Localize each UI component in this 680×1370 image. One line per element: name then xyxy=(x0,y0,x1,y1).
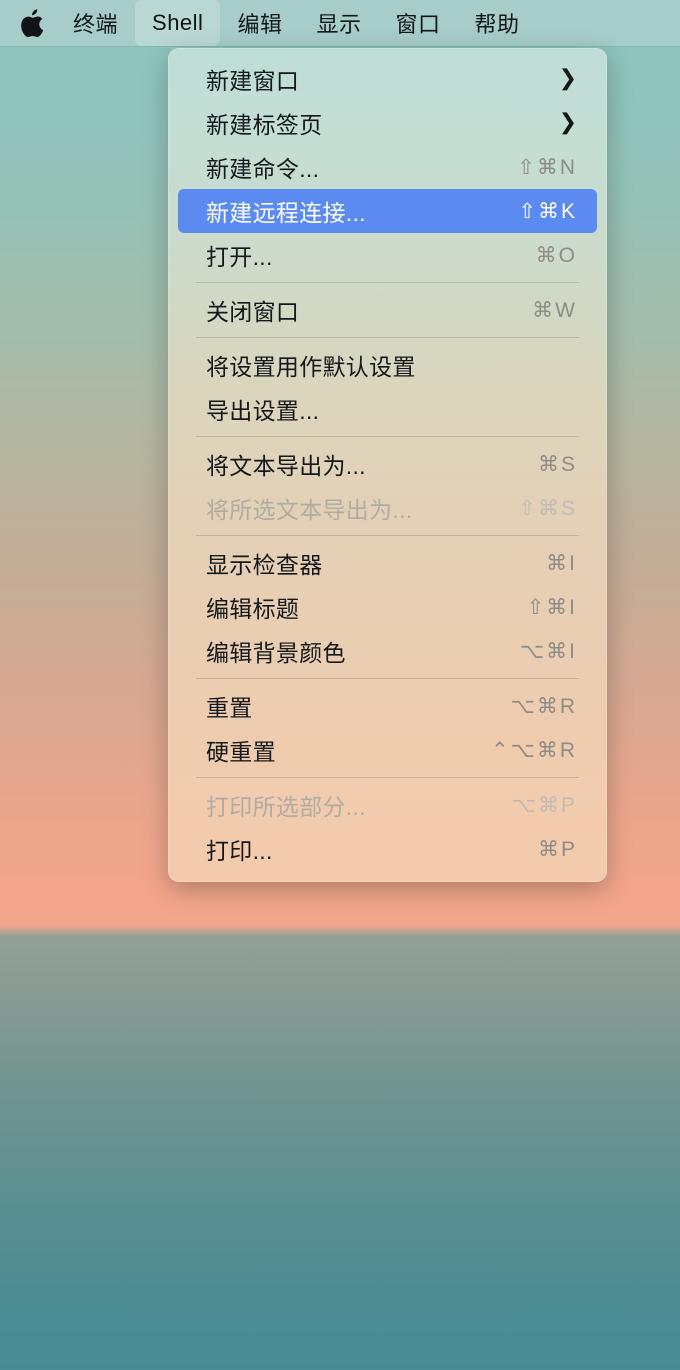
menu-item-label: 编辑标题 xyxy=(206,596,300,622)
menu-separator xyxy=(196,436,579,437)
menu-separator xyxy=(196,535,579,536)
menubar-item-edit[interactable]: 编辑 xyxy=(220,0,299,46)
menu-item-hard-reset[interactable]: 硬重置 ⌃⌥⌘R xyxy=(178,728,597,772)
menu-item-new-tab[interactable]: 新建标签页 ❯ xyxy=(178,101,597,145)
menu-item-label: 新建远程连接... xyxy=(206,200,366,226)
menu-item-label: 打印所选部分... xyxy=(206,794,366,820)
menu-item-shortcut: ⇧⌘S xyxy=(518,496,577,520)
shell-dropdown-menu: 新建窗口 ❯ 新建标签页 ❯ 新建命令... ⇧⌘N 新建远程连接... ⇧⌘K 打开... ⌘O… xyxy=(168,48,607,882)
menu-item-print-selection: 打印所选部分... ⌥⌘P xyxy=(178,783,597,827)
menu-item-shortcut: ⌥⌘I xyxy=(519,639,577,663)
menu-item-label: 硬重置 xyxy=(206,739,276,765)
menu-item-shortcut: ⌃⌥⌘R xyxy=(491,738,577,762)
menu-item-label: 关闭窗口 xyxy=(206,299,300,325)
menu-item-close-window[interactable]: 关闭窗口 ⌘W xyxy=(178,288,597,332)
menu-bar-items: 终端 Shell 编辑 显示 窗口 帮助 xyxy=(56,0,537,46)
menu-item-label: 将所选文本导出为... xyxy=(206,497,413,523)
menu-item-export-selected-text-as: 将所选文本导出为... ⇧⌘S xyxy=(178,486,597,530)
menu-item-shortcut: ⌘I xyxy=(546,551,577,575)
menubar-item-label: 帮助 xyxy=(474,12,520,37)
menubar-item-label: 窗口 xyxy=(395,12,441,37)
menu-item-label: 打开... xyxy=(206,244,273,270)
menu-item-shortcut: ⌘O xyxy=(535,243,577,267)
menu-item-export-settings[interactable]: 导出设置... xyxy=(178,387,597,431)
menu-item-shortcut: ⌥⌘P xyxy=(511,793,577,817)
menu-item-label: 打印... xyxy=(206,838,273,864)
menu-item-shortcut: ⇧⌘I xyxy=(526,595,577,619)
menu-separator xyxy=(196,678,579,679)
menu-item-open[interactable]: 打开... ⌘O xyxy=(178,233,597,277)
chevron-right-icon: ❯ xyxy=(558,65,577,90)
menu-item-label: 重置 xyxy=(206,695,253,721)
menu-item-shortcut: ⇧⌘N xyxy=(517,155,577,179)
menu-item-new-remote-connection[interactable]: 新建远程连接... ⇧⌘K xyxy=(178,189,597,233)
menu-item-label: 将设置用作默认设置 xyxy=(206,354,416,380)
menu-bar: 终端 Shell 编辑 显示 窗口 帮助 xyxy=(0,0,680,46)
menubar-item-shell[interactable]: Shell xyxy=(135,0,221,46)
menubar-item-label: 终端 xyxy=(73,12,119,37)
menu-item-label: 编辑背景颜色 xyxy=(206,640,346,666)
menu-item-shortcut: ⌘W xyxy=(532,298,577,322)
menubar-item-terminal[interactable]: 终端 xyxy=(56,0,135,46)
menu-item-shortcut: ⌘S xyxy=(537,452,577,476)
menu-item-shortcut: ⌥⌘R xyxy=(510,694,577,718)
menu-item-label: 显示检查器 xyxy=(206,552,323,578)
menu-item-edit-background-color[interactable]: 编辑背景颜色 ⌥⌘I xyxy=(178,629,597,673)
apple-logo-icon[interactable] xyxy=(10,0,56,46)
menu-item-print[interactable]: 打印... ⌘P xyxy=(178,827,597,871)
menu-item-show-inspector[interactable]: 显示检查器 ⌘I xyxy=(178,541,597,585)
menu-separator xyxy=(196,777,579,778)
menu-item-label: 新建命令... xyxy=(206,156,320,182)
menu-item-label: 新建标签页 xyxy=(206,112,323,138)
chevron-right-icon: ❯ xyxy=(558,109,577,134)
menu-item-label: 新建窗口 xyxy=(206,68,300,94)
menubar-item-label: 显示 xyxy=(316,12,362,37)
menu-item-new-window[interactable]: 新建窗口 ❯ xyxy=(178,57,597,101)
menu-item-export-text-as[interactable]: 将文本导出为... ⌘S xyxy=(178,442,597,486)
menu-item-shortcut: ⌘P xyxy=(537,837,577,861)
menubar-item-help[interactable]: 帮助 xyxy=(457,0,536,46)
menu-item-new-command[interactable]: 新建命令... ⇧⌘N xyxy=(178,145,597,189)
menu-separator xyxy=(196,337,579,338)
menubar-item-label: 编辑 xyxy=(237,12,283,37)
menu-item-label: 将文本导出为... xyxy=(206,453,366,479)
menubar-item-label: Shell xyxy=(152,10,204,35)
menubar-item-view[interactable]: 显示 xyxy=(299,0,378,46)
menu-item-reset[interactable]: 重置 ⌥⌘R xyxy=(178,684,597,728)
menu-separator xyxy=(196,282,579,283)
menu-item-use-settings-as-default[interactable]: 将设置用作默认设置 xyxy=(178,343,597,387)
menu-item-shortcut: ⇧⌘K xyxy=(518,199,577,223)
menubar-item-window[interactable]: 窗口 xyxy=(378,0,457,46)
menu-item-label: 导出设置... xyxy=(206,398,320,424)
menu-item-edit-title[interactable]: 编辑标题 ⇧⌘I xyxy=(178,585,597,629)
